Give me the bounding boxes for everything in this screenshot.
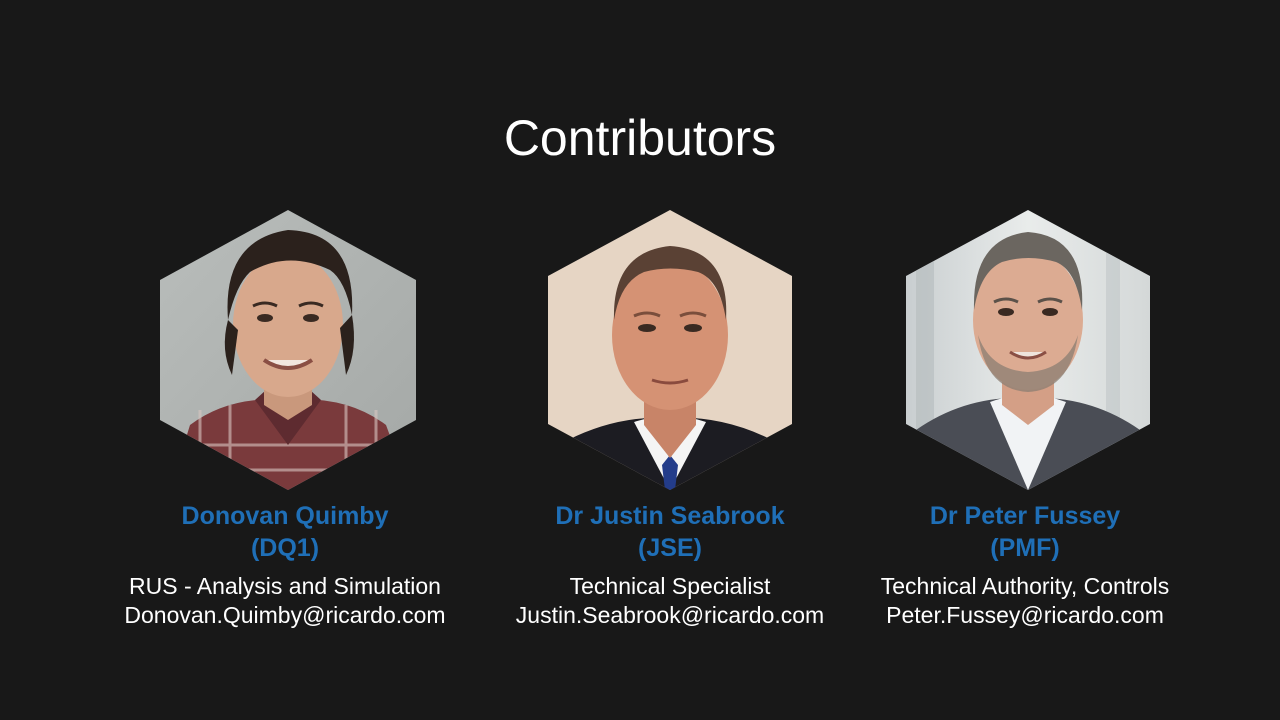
contributor-card-justin: Dr Justin Seabrook (JSE) Technical Speci… <box>485 500 855 630</box>
contributor-photo-peter <box>906 210 1150 490</box>
contributor-code: (DQ1) <box>250 534 320 562</box>
contributor-code: (JSE) <box>638 534 702 562</box>
contributor-email-link[interactable]: Peter.Fussey@ricardo.com <box>840 601 1210 630</box>
contributor-name: Donovan Quimby <box>181 502 389 530</box>
contributor-role: RUS - Analysis and Simulation <box>129 573 441 599</box>
contributor-code: (PMF) <box>990 534 1060 562</box>
slide: Contributors Donovan Quimby (DQ1) RUS - … <box>0 0 1280 720</box>
contributor-name: Dr Peter Fussey <box>929 502 1121 530</box>
contributor-card-donovan: Donovan Quimby (DQ1) RUS - Analysis and … <box>100 500 470 630</box>
contributor-card-peter: Dr Peter Fussey (PMF) Technical Authorit… <box>840 500 1210 630</box>
contributor-role: Technical Specialist <box>569 573 771 599</box>
contributor-photo-justin <box>548 210 792 490</box>
contributor-photo-donovan <box>160 210 416 490</box>
contributor-email-link[interactable]: Donovan.Quimby@ricardo.com <box>100 601 470 630</box>
slide-title: Contributors <box>503 110 777 166</box>
contributor-name: Dr Justin Seabrook <box>555 502 785 530</box>
contributor-role: Technical Authority, Controls <box>880 573 1170 599</box>
contributor-email-link[interactable]: Justin.Seabrook@ricardo.com <box>485 601 855 630</box>
